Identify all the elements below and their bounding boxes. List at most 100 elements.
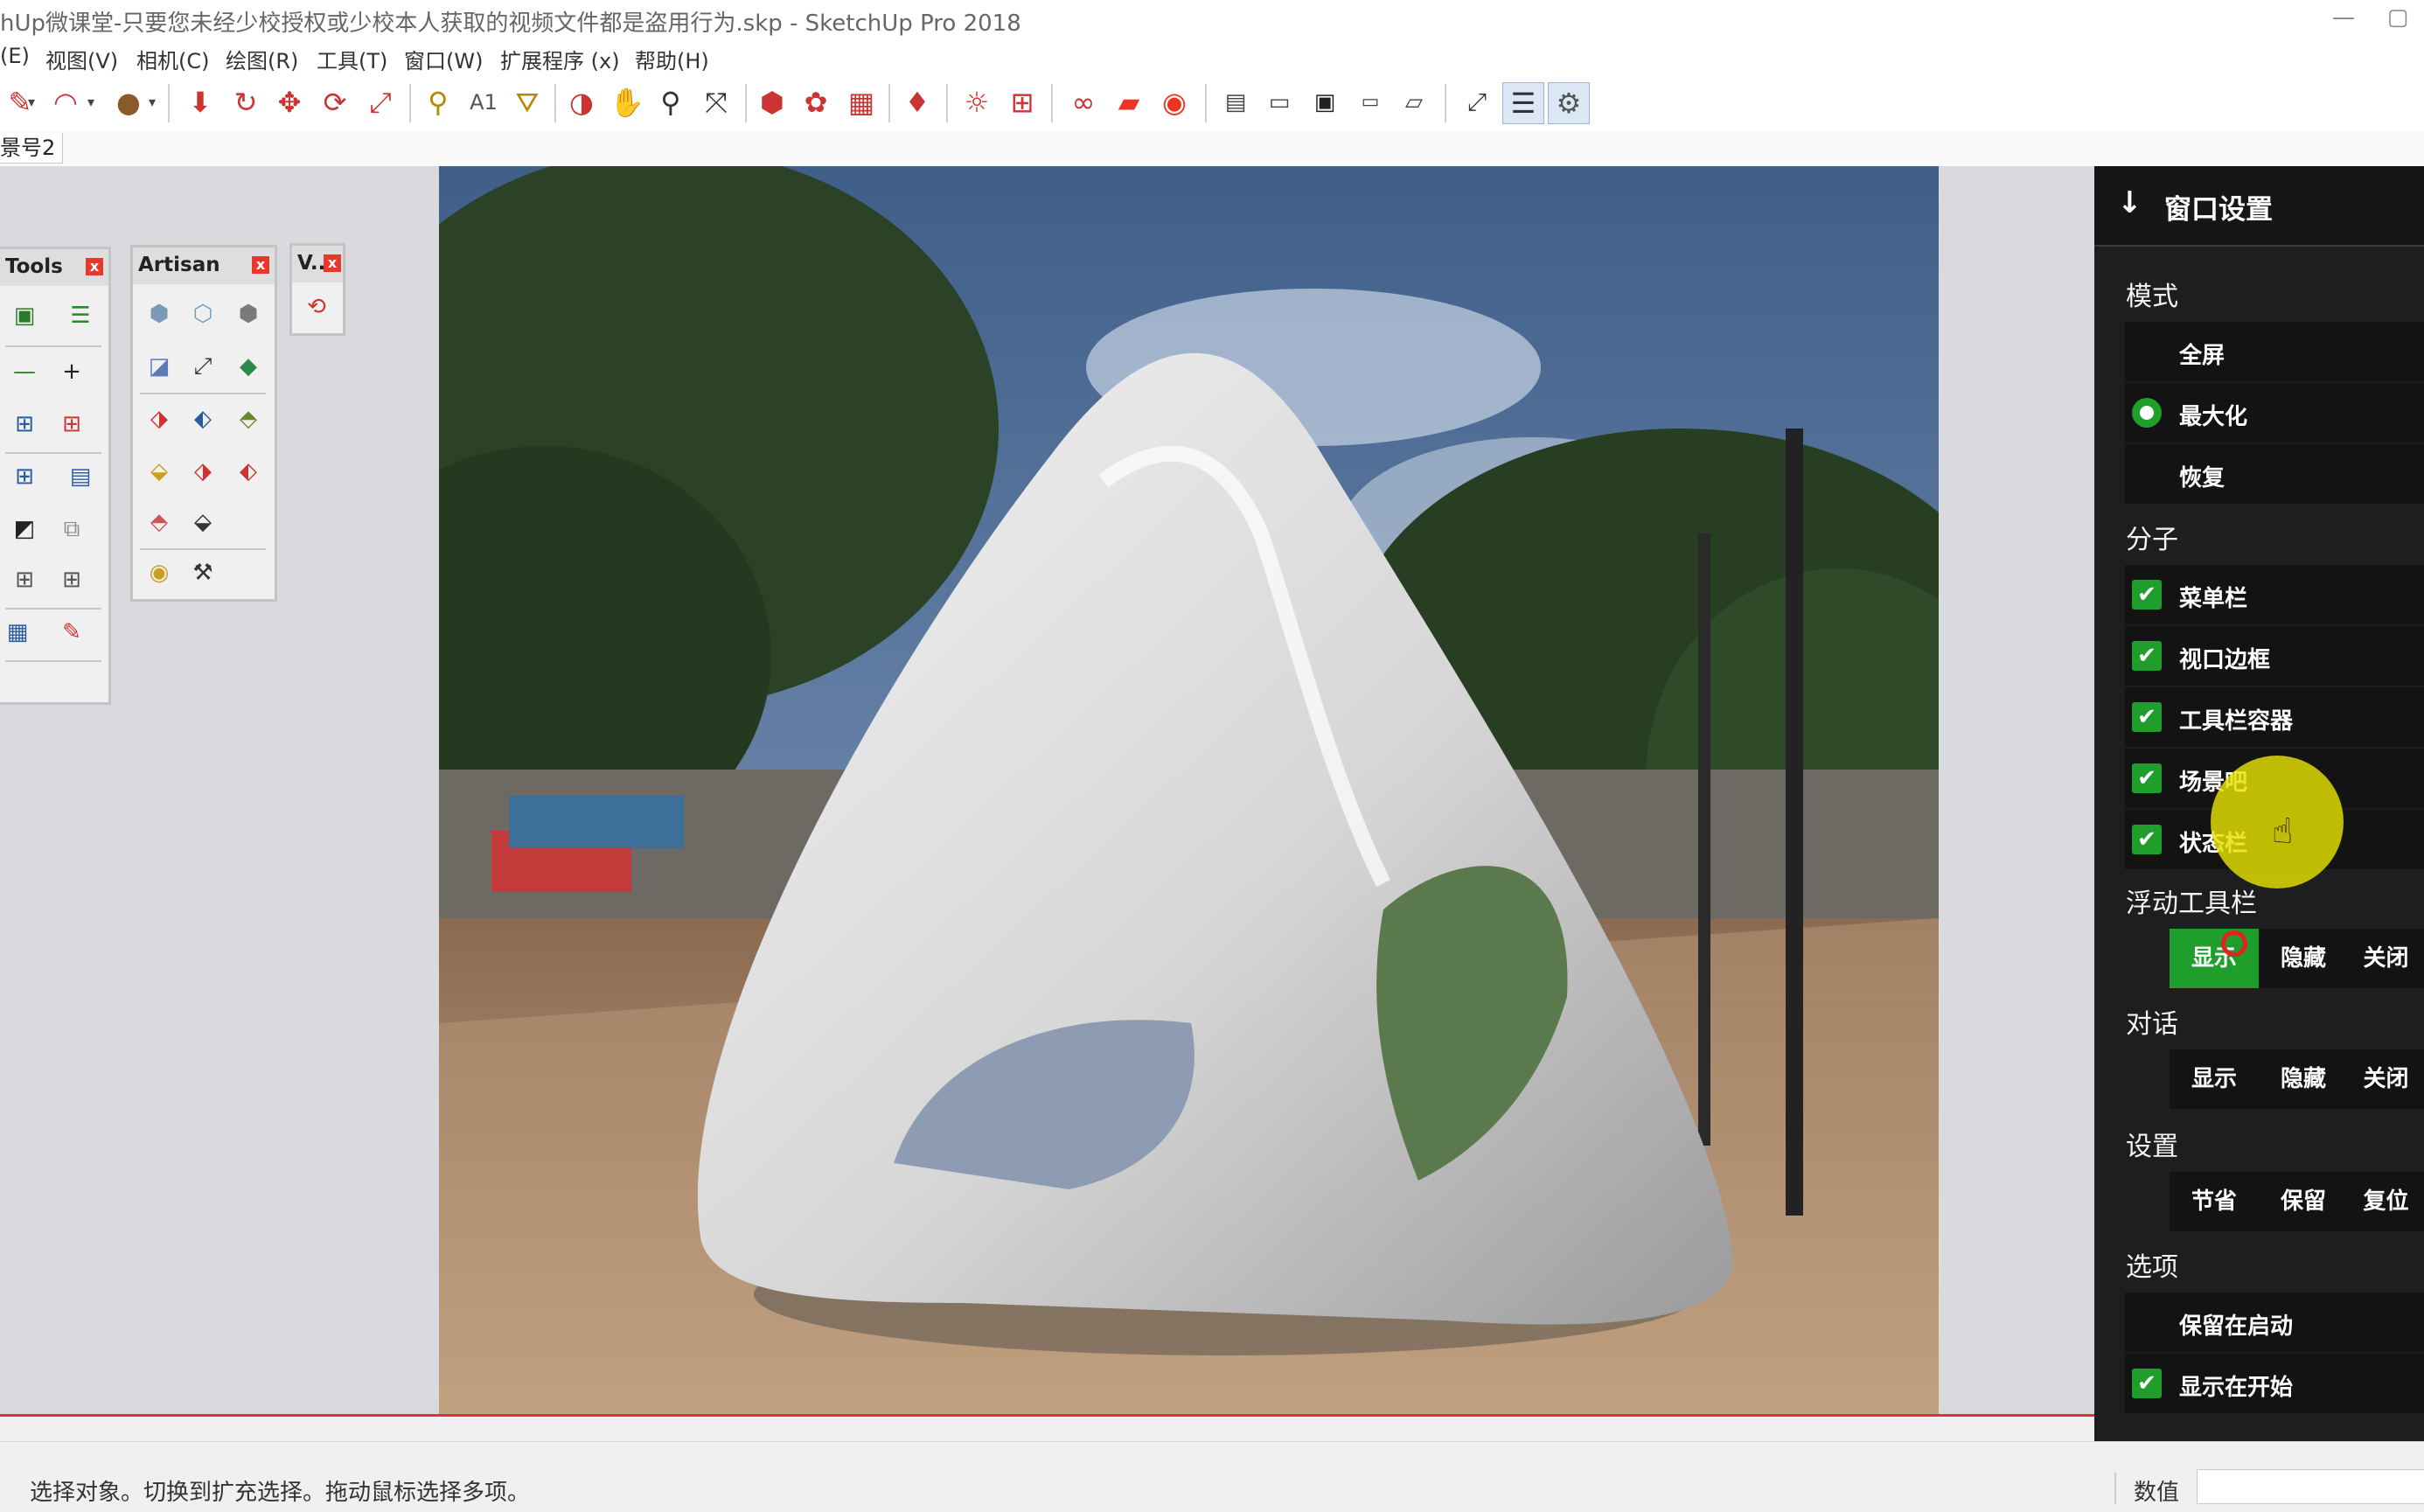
scale-icon[interactable]: ⤢ (360, 82, 401, 122)
pen-tool-icon[interactable]: ✎ (54, 615, 89, 650)
fullscreen-icon[interactable]: ⤢ (1457, 82, 1497, 122)
checkbox-checked-icon[interactable]: ✔ (2132, 641, 2162, 671)
add-tool-icon[interactable]: + (54, 354, 89, 389)
option-keep-on-startup[interactable]: 保留在启动 (2125, 1293, 2424, 1352)
sun-icon[interactable]: ☼ (957, 82, 997, 122)
soft-select-icon[interactable]: ⬘ (142, 505, 177, 540)
v-toolbar-header[interactable]: V.. x (292, 246, 343, 282)
move-icon[interactable]: ✥ (269, 82, 310, 122)
layout-tool-icon[interactable]: ▣ (7, 298, 42, 333)
ruby-icon[interactable]: ♦ (897, 82, 937, 122)
settings-icon[interactable]: ⚙ (1548, 82, 1590, 124)
table2-tool-icon[interactable]: ⊞ (54, 562, 89, 597)
minimize-button[interactable]: — (2317, 0, 2370, 35)
extrude-icon[interactable]: ◆ (231, 349, 266, 384)
menu-camera[interactable]: 相机(C) (136, 44, 209, 74)
measurements-input[interactable] (2197, 1469, 2424, 1504)
save-icon[interactable]: ▣ (1305, 82, 1345, 122)
smooth-icon[interactable]: ⬡ (185, 296, 220, 331)
file-icon[interactable]: ▤ (1215, 82, 1256, 122)
table-tool-icon[interactable]: ⊞ (7, 562, 42, 597)
camera-red-icon[interactable]: ◉ (1154, 82, 1195, 122)
checkbox-checked-icon[interactable]: ✔ (2132, 763, 2162, 793)
artisan-toolbar-header[interactable]: Artisan x (133, 247, 275, 284)
grid-tool-icon[interactable]: ⊞ (7, 407, 42, 442)
select-pattern-icon[interactable]: ⬖ (231, 454, 266, 489)
component-menubar[interactable]: ✔ 菜单栏 (2125, 565, 2424, 624)
extension-warehouse-icon[interactable]: ▦ (841, 82, 881, 122)
menu-extensions[interactable]: 扩展程序 (x) (500, 44, 620, 74)
artisan-floating-toolbar[interactable]: Artisan x ⬢ ⬡ ⬢ ◪ ⤢ ◆ ⬗ ⬖ ⬘ ⬙ ⬗ ⬖ ⬘ ⬙ ◉ … (130, 245, 277, 602)
option-show-at-start[interactable]: ✔ 显示在开始 (2125, 1354, 2424, 1413)
grid-red-tool-icon[interactable]: ⊞ (54, 407, 89, 442)
rotate-icon[interactable]: ⟳ (315, 82, 355, 122)
v-floating-toolbar[interactable]: V.. x ⟲ (289, 243, 345, 336)
grow-selection-icon[interactable]: ⬘ (231, 401, 266, 436)
checkbox-checked-icon[interactable]: ✔ (2132, 1369, 2162, 1398)
knife-icon[interactable]: ◪ (142, 349, 177, 384)
select-loop-icon[interactable]: ⬖ (185, 401, 220, 436)
orbit-icon[interactable]: ◑ (561, 82, 602, 122)
collapse-arrow-icon[interactable]: ↓ (2117, 185, 2142, 220)
dialogs-close-button[interactable]: 关闭 (2348, 1049, 2424, 1109)
glasses-icon[interactable]: ∞ (1063, 82, 1104, 122)
menu-tools[interactable]: 工具(T) (317, 44, 387, 74)
zoom-extents-icon[interactable]: ⤧ (696, 82, 736, 122)
mode-option-fullscreen[interactable]: 全屏 (2125, 322, 2424, 381)
crease-icon[interactable]: ⬢ (231, 296, 266, 331)
dialogs-hide-button[interactable]: 隐藏 (2259, 1049, 2348, 1109)
component-toolbar-container[interactable]: ✔ 工具栏容器 (2125, 687, 2424, 747)
checkbox-checked-icon[interactable]: ✔ (2132, 702, 2162, 732)
checkbox-checked-icon[interactable]: ✔ (2132, 825, 2162, 854)
select-ring-icon[interactable]: ⬗ (142, 401, 177, 436)
dropdown-arrow-icon[interactable]: ▾ (143, 82, 161, 122)
layers-tool-icon[interactable]: ☰ (63, 298, 98, 333)
info-icon[interactable]: ◉ (142, 555, 177, 590)
mode-option-restore[interactable]: 恢复 (2125, 444, 2424, 504)
select-region-icon[interactable]: ⬗ (185, 454, 220, 489)
section-icon[interactable]: ⊞ (1002, 82, 1042, 122)
panel-icon[interactable]: ☰ (1502, 82, 1544, 124)
settings-reset-button[interactable]: 复位 (2348, 1172, 2424, 1231)
pan-icon[interactable]: ✋ (607, 82, 647, 122)
menu-edit[interactable]: (E) (0, 44, 30, 68)
scene-tab[interactable]: 景号2 (0, 133, 64, 164)
tools-floating-toolbar[interactable]: Tools x ▣ ☰ — + ⊞ ⊞ ⊞ ▤ ◩ ⧉ ⊞ ⊞ ▦ ✎ (0, 247, 111, 705)
artisan-toolbar-close[interactable]: x (252, 256, 269, 274)
dropdown-arrow-icon[interactable]: ▾ (23, 82, 40, 122)
zoom-icon[interactable]: ⚲ (651, 82, 691, 122)
radio-selected-icon[interactable] (2132, 398, 2162, 428)
menu-help[interactable]: 帮助(H) (635, 44, 709, 74)
folder-red-icon[interactable]: ▰ (1109, 82, 1149, 122)
panel-header[interactable]: ↓ 窗口设置 (2094, 166, 2424, 247)
follow-me-icon[interactable]: ↻ (226, 82, 266, 122)
vertex-tool-icon[interactable]: ⟲ (299, 289, 334, 324)
tools-toolbar-close[interactable]: x (86, 258, 103, 275)
checker-tool-icon[interactable]: ◩ (7, 512, 42, 547)
menu-window[interactable]: 窗口(W) (404, 44, 483, 74)
menu-view[interactable]: 视图(V) (45, 44, 118, 74)
map-tool-icon[interactable]: ▤ (63, 459, 98, 494)
shrink-selection-icon[interactable]: ⬙ (142, 454, 177, 489)
restore-button[interactable]: ▢ (2372, 0, 2424, 35)
text-icon[interactable]: A1 (463, 82, 504, 122)
menu-draw[interactable]: 绘图(R) (226, 44, 298, 74)
open-folder-icon[interactable]: ▱ (1394, 82, 1434, 122)
arc-icon[interactable]: ◠ (45, 82, 86, 122)
grid-blue-tool-icon[interactable]: ⊞ (7, 459, 42, 494)
floating-toolbars-hide-button[interactable]: 隐藏 (2259, 929, 2348, 988)
checkbox-checked-icon[interactable]: ✔ (2132, 580, 2162, 610)
tools-icon[interactable]: ⚒ (185, 555, 220, 590)
copy-tool-icon[interactable]: ⧉ (54, 512, 89, 547)
v-toolbar-close[interactable]: x (324, 254, 341, 272)
rename-icon[interactable]: ▭ (1350, 82, 1390, 122)
tools-toolbar-header[interactable]: Tools x (0, 249, 108, 286)
settings-keep-button[interactable]: 保留 (2259, 1172, 2348, 1231)
settings-save-button[interactable]: 节省 (2170, 1172, 2259, 1231)
mode-option-maximize[interactable]: 最大化 (2125, 383, 2424, 442)
components-icon[interactable]: ✿ (796, 82, 836, 122)
paint-bucket-icon[interactable]: ⛛ (507, 82, 547, 122)
folder-icon[interactable]: ▭ (1259, 82, 1299, 122)
tape-measure-icon[interactable]: ⚲ (418, 82, 458, 122)
line-tool-icon[interactable]: — (7, 354, 42, 389)
